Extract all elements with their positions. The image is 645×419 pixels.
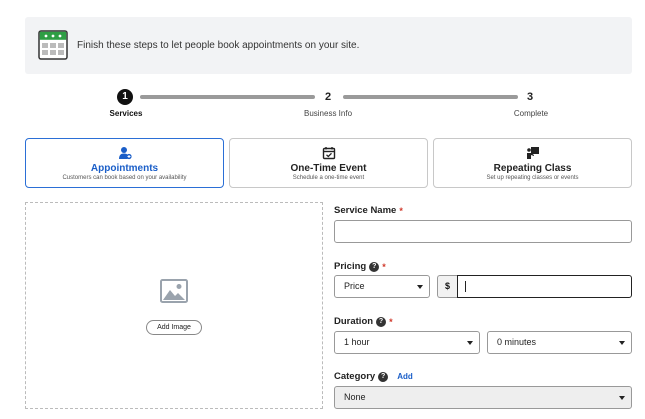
duration-minutes-value: 0 minutes — [497, 337, 537, 347]
category-select[interactable]: None — [334, 386, 632, 409]
category-label-text: Category — [334, 371, 376, 382]
banner-text: Finish these steps to let people book ap… — [77, 40, 360, 51]
calendar-icon — [38, 30, 68, 65]
step-1-indicator[interactable]: 1 — [117, 89, 133, 105]
duration-label: Duration ? * — [334, 316, 393, 327]
duration-label-text: Duration — [334, 316, 374, 327]
add-category-link[interactable]: Add — [397, 372, 413, 381]
category-value: None — [344, 392, 366, 402]
help-icon[interactable]: ? — [369, 261, 380, 272]
service-name-input[interactable] — [334, 220, 632, 243]
type-card-subtitle: Customers can book based on your availab… — [62, 175, 187, 181]
step-3-label: Complete — [513, 109, 549, 118]
add-image-button[interactable]: Add Image — [146, 320, 202, 335]
chevron-down-icon — [467, 341, 473, 345]
currency-addon: $ — [437, 275, 457, 298]
step-2-indicator[interactable]: 2 — [325, 91, 331, 103]
category-label: Category ? Add — [334, 371, 413, 382]
person-add-icon — [26, 146, 223, 160]
type-card-repeating-class[interactable]: Repeating Class Set up repeating classes… — [433, 138, 632, 188]
setup-banner: Finish these steps to let people book ap… — [25, 17, 632, 74]
step-line-2 — [343, 95, 518, 99]
type-card-title: Repeating Class — [493, 163, 572, 174]
pricing-type-select[interactable]: Price — [334, 275, 430, 298]
duration-hours-value: 1 hour — [344, 337, 370, 347]
step-2-label: Business Info — [303, 109, 353, 118]
type-card-appointments[interactable]: Appointments Customers can book based on… — [25, 138, 224, 188]
help-icon[interactable]: ? — [376, 316, 387, 327]
chevron-down-icon — [619, 341, 625, 345]
type-card-subtitle: Set up repeating classes or events — [486, 175, 579, 181]
pricing-label: Pricing ? * — [334, 261, 386, 272]
chevron-down-icon — [619, 396, 625, 400]
type-card-title: Appointments — [90, 163, 159, 174]
service-name-label-text: Service Name — [334, 205, 397, 216]
chevron-down-icon — [417, 285, 423, 289]
service-name-label: Service Name * — [334, 205, 403, 216]
image-dropzone[interactable]: Add Image — [25, 202, 323, 409]
duration-hours-select[interactable]: 1 hour — [334, 331, 480, 354]
pricing-label-text: Pricing — [334, 261, 367, 272]
text-cursor — [465, 281, 466, 292]
type-card-title: One-Time Event — [290, 163, 367, 174]
class-board-icon — [434, 146, 631, 160]
required-marker: * — [382, 261, 386, 272]
required-marker: * — [389, 316, 393, 327]
help-icon[interactable]: ? — [378, 371, 389, 382]
pricing-type-value: Price — [344, 281, 365, 291]
type-card-subtitle: Schedule a one-time event — [292, 175, 365, 181]
required-marker: * — [399, 205, 403, 216]
duration-minutes-select[interactable]: 0 minutes — [487, 331, 632, 354]
image-placeholder-icon — [160, 279, 188, 308]
step-1-label: Services — [109, 109, 143, 118]
type-card-one-time-event[interactable]: One-Time Event Schedule a one-time event — [229, 138, 428, 188]
step-3-indicator[interactable]: 3 — [527, 91, 533, 103]
step-line-1 — [140, 95, 315, 99]
price-input[interactable] — [457, 275, 632, 298]
calendar-check-icon — [230, 146, 427, 160]
